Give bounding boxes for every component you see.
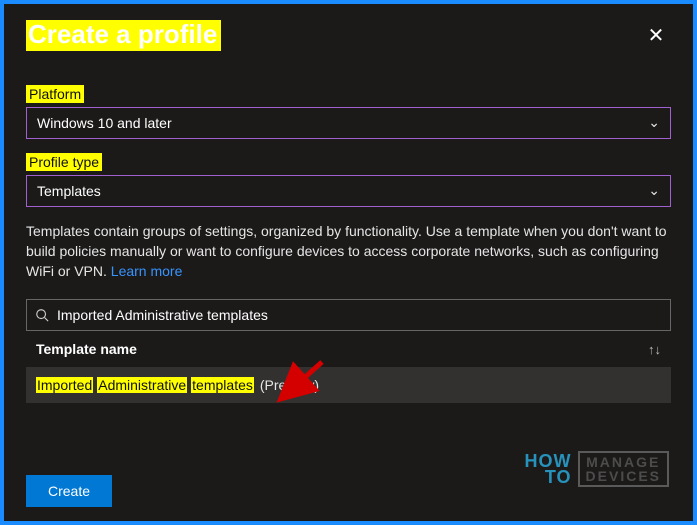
search-value: Imported Administrative templates: [57, 307, 268, 323]
profile-type-select[interactable]: Templates ⌄: [26, 175, 671, 207]
profile-type-field: Profile type Templates ⌄: [26, 153, 671, 207]
sort-icon[interactable]: ↑↓: [648, 342, 661, 357]
learn-more-link[interactable]: Learn more: [111, 263, 183, 279]
search-icon: [35, 308, 49, 322]
chevron-down-icon: ⌄: [648, 114, 660, 131]
row-word: Administrative: [97, 377, 187, 393]
dialog-header: Create a profile ✕: [26, 20, 671, 51]
search-input[interactable]: Imported Administrative templates: [26, 299, 671, 331]
column-header-template-name[interactable]: Template name: [36, 341, 137, 357]
row-word: Imported: [36, 377, 93, 393]
table-row[interactable]: Imported Administrative templates (Previ…: [26, 367, 671, 403]
watermark-logo: HOW TO MANAGE DEVICES: [525, 451, 669, 487]
platform-field: Platform Windows 10 and later ⌄: [26, 85, 671, 139]
platform-value: Windows 10 and later: [37, 115, 172, 131]
row-suffix: (Preview): [260, 377, 319, 393]
table-header-row: Template name ↑↓: [26, 331, 671, 367]
row-word: templates: [191, 377, 254, 393]
description-text: Templates contain groups of settings, or…: [26, 221, 671, 282]
page-title: Create a profile: [26, 20, 221, 51]
platform-select[interactable]: Windows 10 and later ⌄: [26, 107, 671, 139]
profile-type-value: Templates: [37, 183, 101, 199]
profile-type-label: Profile type: [26, 153, 102, 171]
chevron-down-icon: ⌄: [648, 182, 660, 199]
close-icon[interactable]: ✕: [641, 23, 671, 48]
platform-label: Platform: [26, 85, 84, 103]
create-button[interactable]: Create: [26, 475, 112, 507]
